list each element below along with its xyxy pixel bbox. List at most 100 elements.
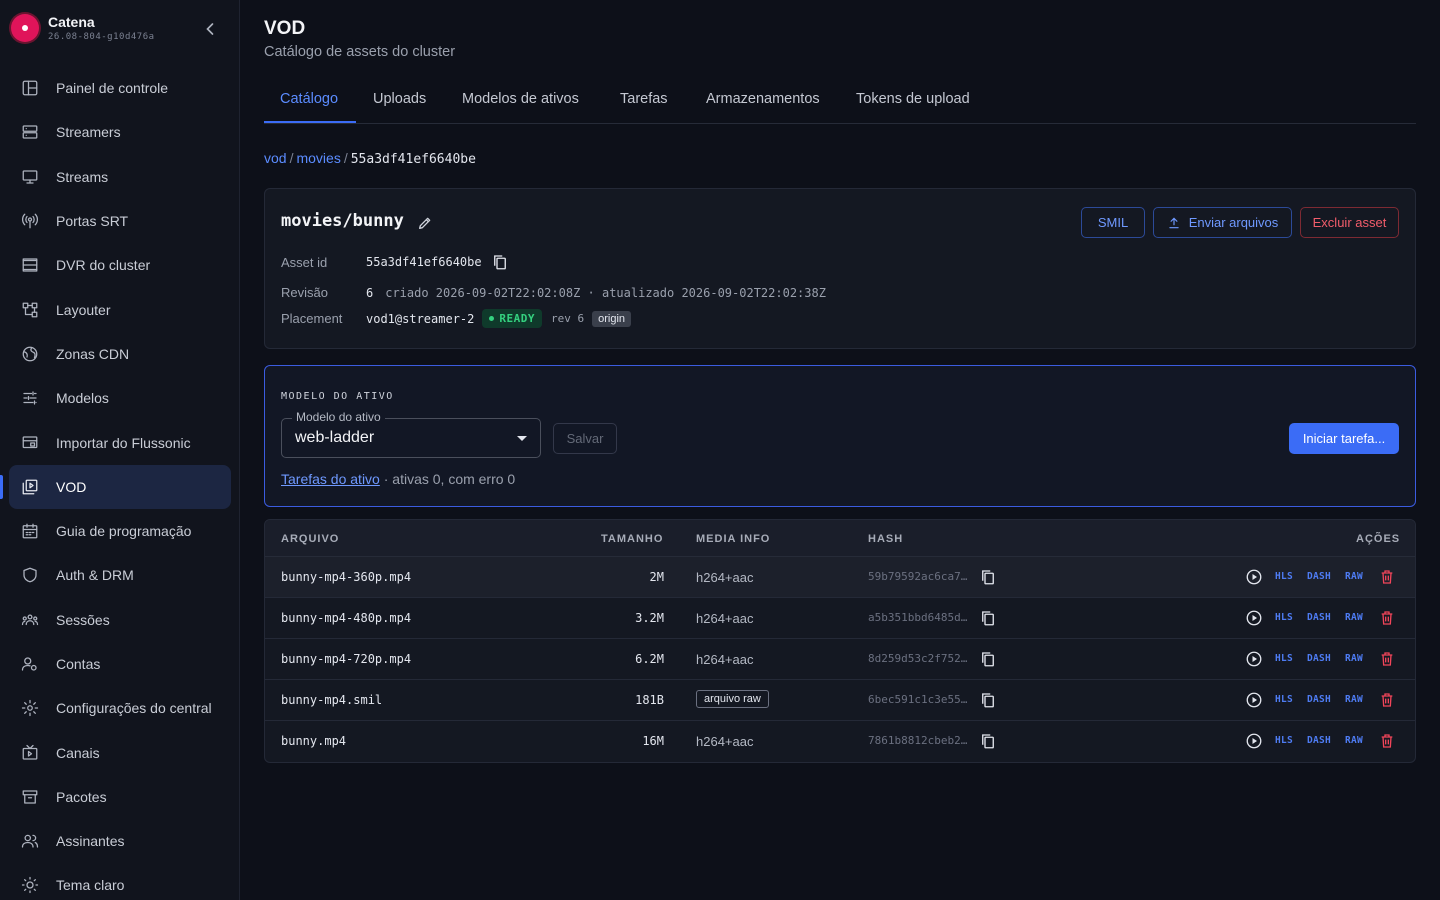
file-name: bunny-mp4-480p.mp4 [281,611,412,625]
asset-id-value: 55a3df41ef6640be [366,255,482,269]
raw-link[interactable]: RAW [1345,612,1363,623]
copy-icon[interactable] [491,253,509,271]
sidebar-item-label: Zonas CDN [56,345,130,362]
sidebar-item-streamers[interactable]: Streamers [9,110,231,154]
antenna-icon [20,211,40,231]
copy-hash-button[interactable] [979,650,997,673]
copy-hash-button[interactable] [979,691,997,714]
delete-asset-button[interactable]: Excluir asset [1300,207,1399,238]
file-name: bunny-mp4-360p.mp4 [281,570,412,584]
copy-hash-button[interactable] [979,568,997,591]
dash-link[interactable]: DASH [1307,735,1331,746]
monitor-icon [20,167,40,187]
brand: Catena 26.08-804-g10d476a [11,14,231,44]
delete-file-button[interactable] [1379,609,1395,632]
sidebar-item-portas-srt[interactable]: Portas SRT [9,199,231,243]
tab-uploads[interactable]: Uploads [373,82,426,123]
sidebar-item-sessoes[interactable]: Sessões [9,598,231,642]
sidebar-item-zonas-cdn[interactable]: Zonas CDN [9,332,231,376]
copy-hash-button[interactable] [979,732,997,755]
origin-tag: origin [592,310,632,327]
column-header-media: MEDIA INFO [696,533,771,545]
layout-icon [20,300,40,320]
tab-catalogo[interactable]: Catálogo [264,82,356,123]
dash-link[interactable]: DASH [1307,571,1331,582]
sidebar-item-label: Painel de controle [56,80,169,97]
trash-icon [1381,611,1393,625]
play-button[interactable] [1245,650,1263,673]
hls-link[interactable]: HLS [1275,653,1293,664]
raw-link[interactable]: RAW [1345,735,1363,746]
table-row: bunny-mp4-360p.mp4 2M h264+aac 59b79592a… [265,557,1415,598]
sidebar-item-assinantes[interactable]: Assinantes [9,819,231,863]
server-icon [20,122,40,142]
sidebar-item-guia[interactable]: Guia de programação [9,509,231,553]
sidebar-item-dvr[interactable]: DVR do cluster [9,243,231,287]
hls-link[interactable]: HLS [1275,612,1293,623]
dash-link[interactable]: DASH [1307,694,1331,705]
sidebar-item-importar[interactable]: Importar do Flussonic [9,420,231,464]
sidebar-item-label: DVR do cluster [56,257,151,274]
start-task-button[interactable]: Iniciar tarefa... [1289,423,1399,454]
collapse-sidebar-button[interactable] [200,19,220,39]
asset-tasks-link[interactable]: Tarefas do ativo [281,471,380,487]
asset-id-row: Asset id 55a3df41ef6640be [281,253,509,271]
delete-file-button[interactable] [1379,568,1395,591]
sidebar-item-label: Importar do Flussonic [56,434,191,451]
copy-hash-button[interactable] [979,609,997,632]
hls-link[interactable]: HLS [1275,694,1293,705]
upload-files-label: Enviar arquivos [1188,215,1279,230]
dash-link[interactable]: DASH [1307,653,1331,664]
placement-label: Placement [281,311,343,326]
tab-tarefas[interactable]: Tarefas [620,82,668,123]
breadcrumb-folder-link[interactable]: movies [296,150,340,166]
sidebar-item-configuracoes[interactable]: Configurações do central [9,686,231,730]
sidebar-item-modelos[interactable]: Modelos [9,376,231,420]
delete-file-button[interactable] [1379,650,1395,673]
raw-link[interactable]: RAW [1345,653,1363,664]
model-select[interactable]: Modelo do ativo web-ladder [281,410,541,458]
column-header-actions: AÇÕES [1356,533,1401,545]
file-hash: 59b79592ac6ca7… [868,570,968,583]
hls-link[interactable]: HLS [1275,735,1293,746]
tab-tokens-upload[interactable]: Tokens de upload [856,82,970,123]
placement-rev: rev 6 [551,312,585,325]
sidebar-item-pacotes[interactable]: Pacotes [9,775,231,819]
dash-link[interactable]: DASH [1307,612,1331,623]
smil-button[interactable]: SMIL [1081,207,1145,238]
breadcrumb-root-link[interactable]: vod [264,150,287,166]
section-label: MODELO DO ATIVO [281,391,394,402]
edit-title-button[interactable] [417,215,433,236]
upload-files-button[interactable]: Enviar arquivos [1153,207,1292,238]
revision-row: Revisão 6 criado 2026-09-02T22:02:08Z · … [281,285,826,300]
sidebar-item-vod[interactable]: VOD [0,464,231,509]
play-button[interactable] [1245,732,1263,755]
delete-file-button[interactable] [1379,732,1395,755]
tab-modelos-ativos[interactable]: Modelos de ativos [462,82,579,123]
delete-file-button[interactable] [1379,691,1395,714]
raw-link[interactable]: RAW [1345,694,1363,705]
sidebar-item-label: Auth & DRM [56,567,134,584]
sidebar-item-painel[interactable]: Painel de controle [9,66,231,110]
sidebar-item-label: Pacotes [56,788,107,805]
play-button[interactable] [1245,568,1263,591]
raw-link[interactable]: RAW [1345,571,1363,582]
group-icon [20,610,40,630]
sidebar-item-tema[interactable]: Tema claro [9,863,231,900]
sidebar-item-canais[interactable]: Canais [9,730,231,774]
table-row: bunny-mp4-720p.mp4 6.2M h264+aac 8d259d5… [265,639,1415,680]
placement-row: Placement vod1@streamer-2 READY rev 6 or… [281,309,632,328]
sidebar-item-contas[interactable]: Contas [9,642,231,686]
play-button[interactable] [1245,609,1263,632]
sidebar-item-label: Portas SRT [56,213,129,230]
sidebar-item-streams[interactable]: Streams [9,155,231,199]
play-button[interactable] [1245,691,1263,714]
save-button[interactable]: Salvar [553,423,617,454]
asset-model-card: MODELO DO ATIVO Modelo do ativo web-ladd… [264,365,1416,507]
tab-armazenamentos[interactable]: Armazenamentos [706,82,820,123]
sidebar-item-layouter[interactable]: Layouter [9,287,231,331]
sidebar-item-auth-drm[interactable]: Auth & DRM [9,553,231,597]
media-info: h264+aac [696,734,754,749]
model-select-value: web-ladder [295,429,375,446]
hls-link[interactable]: HLS [1275,571,1293,582]
